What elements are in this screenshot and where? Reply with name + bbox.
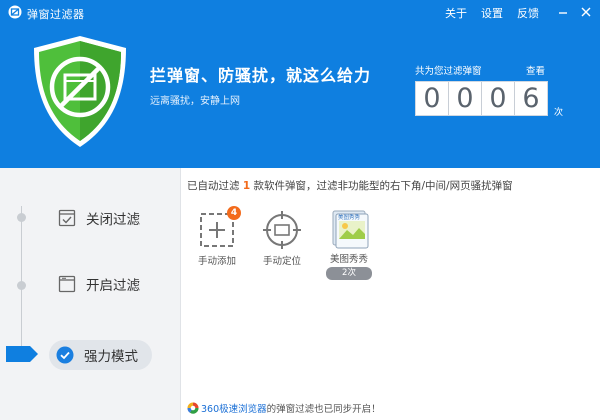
timeline-line xyxy=(21,206,22,354)
counter-digit: 0 xyxy=(449,82,482,115)
notice-suffix: 款软件弹窗，过滤非功能型的右下角/中间/网页骚扰弹窗 xyxy=(253,180,513,192)
meitu-label: 美图秀秀 xyxy=(329,254,368,265)
minimize-icon[interactable] xyxy=(555,4,571,20)
hero-subline: 远离骚扰，安静上网 xyxy=(150,96,240,107)
counter-digit: 6 xyxy=(522,83,540,114)
manual-locate-icon-wrap xyxy=(262,210,302,250)
window-check-icon xyxy=(58,209,76,227)
counter-digit: 0 xyxy=(416,82,449,115)
title-bar: 弹窗过滤器 关于 设置 反馈 xyxy=(0,0,600,26)
manual-add-badge: 4 xyxy=(227,206,241,220)
menu-feedback[interactable]: 反馈 xyxy=(517,5,539,21)
mode-on-button[interactable]: 开启过滤 xyxy=(58,272,140,296)
active-indicator xyxy=(6,346,38,362)
notice-prefix: 已自动过滤 xyxy=(187,180,240,192)
check-circle-icon xyxy=(56,346,74,364)
close-icon[interactable] xyxy=(578,4,594,20)
app-title: 弹窗过滤器 xyxy=(27,8,85,21)
mode-power-button[interactable]: 强力模式 xyxy=(56,343,138,367)
view-link[interactable]: 查看 xyxy=(526,63,545,77)
filter-counter: 0 0 0 6 xyxy=(415,81,548,116)
manual-add-label: 手动添加 xyxy=(197,256,236,267)
browser-link[interactable]: 360极速浏览器 xyxy=(201,401,267,415)
menu-settings[interactable]: 设置 xyxy=(481,5,503,21)
notice-count: 1 xyxy=(242,180,251,192)
manual-add-icon-wrap: 4 xyxy=(197,206,241,250)
mode-off-label: 关闭过滤 xyxy=(86,212,140,228)
meitu-tile[interactable]: 美图秀秀 美图秀秀 2次 xyxy=(319,208,379,280)
app-logo-icon xyxy=(8,5,22,19)
menu-about[interactable]: 关于 xyxy=(445,5,467,21)
timeline-dot xyxy=(17,213,26,222)
meitu-icon-wrap: 美图秀秀 xyxy=(329,208,369,249)
meitu-count: 2次 xyxy=(326,267,372,280)
shield-icon xyxy=(34,36,126,147)
crosshair-icon xyxy=(263,211,301,249)
hero-headline: 拦弹窗、防骚扰，就这么给力 xyxy=(150,66,372,85)
counter-unit: 次 xyxy=(554,108,564,118)
filter-notice: 已自动过滤 1 款软件弹窗，过滤非功能型的右下角/中间/网页骚扰弹窗 xyxy=(187,178,513,193)
mode-sidebar: 关闭过滤 开启过滤 强力模式 xyxy=(0,168,181,420)
mode-on-label: 开启过滤 xyxy=(86,278,140,294)
window-icon xyxy=(58,275,76,293)
manual-add-tile[interactable]: 4 手动添加 xyxy=(187,206,247,267)
manual-locate-label: 手动定位 xyxy=(262,256,301,267)
timeline-dot xyxy=(17,281,26,290)
main-panel: 已自动过滤 1 款软件弹窗，过滤非功能型的右下角/中间/网页骚扰弹窗 4 手动添… xyxy=(181,168,600,420)
mode-off-button[interactable]: 关闭过滤 xyxy=(58,206,140,230)
footer-text: 的弹窗过滤也已同步开启！ xyxy=(266,404,381,415)
counter-digit: 0 xyxy=(482,82,515,115)
mode-power-label: 强力模式 xyxy=(84,349,138,365)
counter-caption: 共为您过滤弹窗 xyxy=(415,66,482,77)
meitu-logo-text: 美图秀秀 xyxy=(338,215,361,221)
browser-logo-icon xyxy=(187,402,199,414)
sync-footer: 360极速浏览器 的弹窗过滤也已同步开启！ xyxy=(187,401,381,415)
header-banner: 弹窗过滤器 关于 设置 反馈 拦弹窗、防骚扰，就这么给力 远离骚扰，安静上网 共… xyxy=(0,0,600,168)
manual-locate-tile[interactable]: 手动定位 xyxy=(252,210,312,267)
